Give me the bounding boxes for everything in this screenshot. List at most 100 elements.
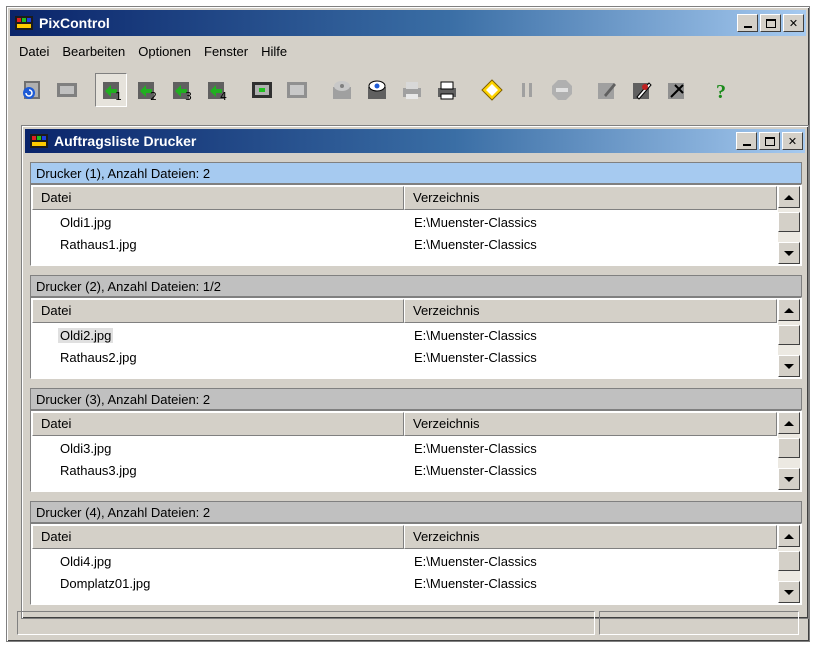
- printer-4-button[interactable]: 4: [200, 73, 232, 107]
- column-header-directory[interactable]: Verzeichnis: [404, 186, 777, 210]
- menu-fenster[interactable]: Fenster: [198, 44, 255, 59]
- child-title-bar[interactable]: Auftragsliste Drucker ✕: [25, 129, 805, 153]
- column-header-file[interactable]: Datei: [32, 299, 404, 323]
- scroll-up-button[interactable]: [778, 525, 800, 547]
- directory-path: E:\Muenster-Classics: [414, 462, 537, 478]
- printer-4-icon: 4: [208, 82, 227, 101]
- scroll-up-button[interactable]: [778, 412, 800, 434]
- scroll-thumb[interactable]: [778, 325, 800, 345]
- app-logo-icon: [15, 16, 33, 30]
- printer-group-header[interactable]: Drucker (4), Anzahl Dateien: 2: [30, 501, 802, 523]
- arrow-down-icon: [784, 476, 794, 482]
- menu-bar: Datei Bearbeiten Optionen Fenster Hilfe: [13, 40, 294, 62]
- file-name: Oldi4.jpg: [60, 553, 112, 569]
- child-minimize-button[interactable]: [736, 132, 757, 150]
- minimize-icon: [742, 143, 751, 146]
- directory-path: E:\Muenster-Classics: [414, 214, 537, 230]
- frame-green-button[interactable]: [245, 73, 277, 107]
- tools-button[interactable]: [625, 73, 657, 107]
- job-list[interactable]: Datei Verzeichnis Oldi2.jpg E:\Muenster-…: [30, 297, 802, 379]
- scroll-down-button[interactable]: [778, 581, 800, 603]
- printer-group-header[interactable]: Drucker (3), Anzahl Dateien: 2: [30, 388, 802, 410]
- maximize-button[interactable]: [760, 14, 781, 32]
- scroll-thumb[interactable]: [778, 551, 800, 571]
- printer-1-icon: 1: [103, 82, 122, 101]
- preview-button[interactable]: [325, 73, 357, 107]
- job-list[interactable]: Datei Verzeichnis Oldi1.jpg E:\Muenster-…: [30, 184, 802, 266]
- menu-datei[interactable]: Datei: [13, 44, 56, 59]
- table-row[interactable]: Oldi2.jpg E:\Muenster-Classics: [32, 324, 777, 346]
- table-row[interactable]: Domplatz01.jpg E:\Muenster-Classics: [32, 572, 777, 594]
- help-button[interactable]: ?: [705, 73, 737, 107]
- print-queue-button[interactable]: [430, 73, 462, 107]
- scroll-down-button[interactable]: [778, 468, 800, 490]
- refresh-button[interactable]: [15, 73, 47, 107]
- pause-button[interactable]: [510, 73, 542, 107]
- printer-2-icon: 2: [138, 82, 157, 101]
- stop-button[interactable]: [545, 73, 577, 107]
- menu-hilfe[interactable]: Hilfe: [255, 44, 294, 59]
- column-header-directory[interactable]: Verzeichnis: [404, 525, 777, 549]
- table-row[interactable]: Oldi1.jpg E:\Muenster-Classics: [32, 211, 777, 233]
- column-header-file[interactable]: Datei: [32, 186, 404, 210]
- print-queue-icon: [438, 81, 456, 100]
- print-button[interactable]: [395, 73, 427, 107]
- job-list[interactable]: Datei Verzeichnis Oldi4.jpg E:\Muenster-…: [30, 523, 802, 605]
- scroll-down-button[interactable]: [778, 355, 800, 377]
- scroll-thumb[interactable]: [778, 212, 800, 232]
- vertical-scrollbar[interactable]: [778, 412, 800, 490]
- tools-icon: [633, 82, 652, 100]
- scroll-thumb[interactable]: [778, 438, 800, 458]
- frame-gray-icon: [287, 82, 307, 98]
- vertical-scrollbar[interactable]: [778, 186, 800, 264]
- scroll-down-button[interactable]: [778, 242, 800, 264]
- refresh-film-icon: [23, 81, 40, 99]
- edit-button[interactable]: [590, 73, 622, 107]
- settings-button[interactable]: [660, 73, 692, 107]
- close-icon: ✕: [787, 134, 798, 148]
- file-name: Oldi1.jpg: [60, 214, 112, 230]
- file-name: Rathaus2.jpg: [60, 349, 137, 365]
- printer-2-button[interactable]: 2: [130, 73, 162, 107]
- child-window-title: Auftragsliste Drucker: [54, 133, 197, 149]
- printer-3-button[interactable]: 3: [165, 73, 197, 107]
- column-header-directory[interactable]: Verzeichnis: [404, 299, 777, 323]
- job-list[interactable]: Datei Verzeichnis Oldi3.jpg E:\Muenster-…: [30, 410, 802, 492]
- vertical-scrollbar[interactable]: [778, 299, 800, 377]
- column-header-directory[interactable]: Verzeichnis: [404, 412, 777, 436]
- svg-text:1: 1: [115, 90, 122, 101]
- menu-bearbeiten[interactable]: Bearbeiten: [56, 44, 132, 59]
- table-row[interactable]: Rathaus1.jpg E:\Muenster-Classics: [32, 233, 777, 255]
- child-maximize-button[interactable]: [759, 132, 780, 150]
- table-row[interactable]: Rathaus3.jpg E:\Muenster-Classics: [32, 459, 777, 481]
- vertical-scrollbar[interactable]: [778, 525, 800, 603]
- scroll-up-button[interactable]: [778, 299, 800, 321]
- table-row[interactable]: Oldi3.jpg E:\Muenster-Classics: [32, 437, 777, 459]
- minimize-button[interactable]: [737, 14, 758, 32]
- frame-green-icon: [252, 82, 272, 98]
- eye-preview-button[interactable]: [360, 73, 392, 107]
- table-row[interactable]: Oldi4.jpg E:\Muenster-Classics: [32, 550, 777, 572]
- film-button[interactable]: [50, 73, 82, 107]
- directory-path: E:\Muenster-Classics: [414, 236, 537, 252]
- frame-gray-button[interactable]: [280, 73, 312, 107]
- arrow-down-icon: [784, 250, 794, 256]
- printer-1-button[interactable]: 1: [95, 73, 127, 107]
- column-header-file[interactable]: Datei: [32, 412, 404, 436]
- job-list-icon: [30, 134, 48, 148]
- settings-icon: [668, 83, 684, 99]
- menu-optionen[interactable]: Optionen: [132, 44, 198, 59]
- arrow-up-icon: [784, 307, 794, 313]
- directory-path: E:\Muenster-Classics: [414, 553, 537, 569]
- start-button[interactable]: [475, 73, 507, 107]
- file-name: Rathaus1.jpg: [60, 236, 137, 252]
- title-bar[interactable]: PixControl ✕: [10, 10, 806, 36]
- close-button[interactable]: ✕: [783, 14, 804, 32]
- child-close-button[interactable]: ✕: [782, 132, 803, 150]
- printer-group-header[interactable]: Drucker (2), Anzahl Dateien: 1/2: [30, 275, 802, 297]
- scroll-up-button[interactable]: [778, 186, 800, 208]
- column-header-file[interactable]: Datei: [32, 525, 404, 549]
- table-row[interactable]: Rathaus2.jpg E:\Muenster-Classics: [32, 346, 777, 368]
- stop-icon: [552, 80, 572, 100]
- printer-group-header[interactable]: Drucker (1), Anzahl Dateien: 2: [30, 162, 802, 184]
